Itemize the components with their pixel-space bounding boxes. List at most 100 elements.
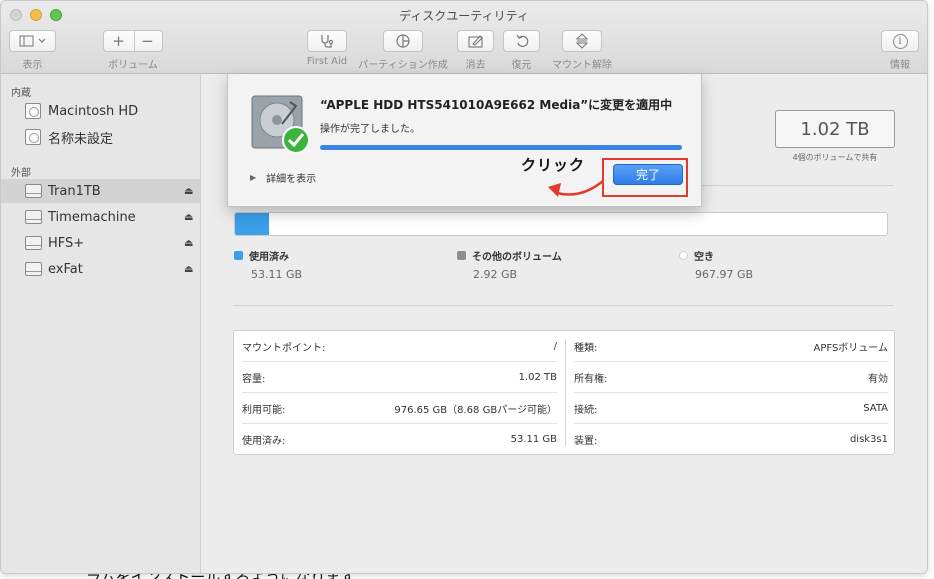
- info-button[interactable]: i: [881, 30, 919, 52]
- first-aid-label: First Aid: [306, 56, 348, 67]
- info-row: 利用可能: 976.65 GB（8.68 GBパージ可能）: [242, 393, 557, 424]
- sidebar-item-untitled[interactable]: 名称未設定: [1, 125, 200, 149]
- external-drive-icon: [25, 236, 42, 250]
- info-column-left: マウントポイント: / 容量: 1.02 TB 利用可能: 976.65 GB（…: [234, 331, 565, 454]
- capacity-display: 1.02 TB: [775, 110, 895, 148]
- info-value: 53.11 GB: [510, 434, 557, 445]
- eject-icon[interactable]: ⏏: [184, 212, 193, 223]
- internal-section-header: 内蔵: [11, 88, 31, 99]
- internal-disk-icon: [25, 103, 41, 119]
- sidebar-item-exfat[interactable]: exFat ⏏: [1, 257, 200, 281]
- shared-volumes-note: 4個のボリュームで共有: [792, 153, 878, 162]
- volume-info-table: マウントポイント: / 容量: 1.02 TB 利用可能: 976.65 GB（…: [233, 330, 895, 455]
- remove-volume-button[interactable]: −: [133, 32, 162, 50]
- info-key: 利用可能:: [242, 404, 286, 416]
- info-key: 所有権:: [574, 373, 608, 385]
- external-drive-icon: [25, 262, 42, 276]
- sheet-status: 操作が完了しました。: [320, 124, 420, 135]
- sheet-title: “APPLE HDD HTS541010A9E662 Media”に変更を適用中: [320, 98, 673, 112]
- sidebar-item-macintosh-hd[interactable]: Macintosh HD: [1, 99, 200, 123]
- info-key: 装置:: [574, 436, 598, 447]
- sidebar-item-hfs[interactable]: HFS+ ⏏: [1, 231, 200, 255]
- info-key: 種類:: [574, 342, 598, 354]
- info-value: SATA: [863, 402, 888, 414]
- usage-bar: [234, 212, 888, 236]
- volume-segment: + −: [103, 30, 163, 52]
- info-row: 装置: disk3s1: [574, 424, 888, 455]
- info-key: マウントポイント:: [242, 342, 326, 354]
- used-swatch: [234, 251, 243, 260]
- info-row: 接続: SATA: [574, 393, 888, 424]
- external-drive-icon: [25, 210, 42, 224]
- info-row: マウントポイント: /: [242, 331, 557, 362]
- window-title: ディスクユーティリティ: [399, 9, 529, 23]
- legend-label: 空き: [694, 252, 714, 263]
- info-value: 1.02 TB: [518, 371, 557, 383]
- legend-other-volumes: その他のボリューム: [457, 248, 562, 263]
- eject-icon[interactable]: ⏏: [184, 264, 193, 275]
- info-value: 有効: [868, 373, 888, 385]
- sidebar-item-label: exFat: [48, 261, 83, 277]
- internal-disk-icon: [25, 129, 41, 145]
- titlebar: ディスクユーティリティ 表示 + − ボリューム First Aid パーティシ…: [1, 1, 927, 74]
- highlight-box: [602, 158, 688, 197]
- disclosure-triangle-icon: ▶: [250, 173, 257, 182]
- partition-button[interactable]: [383, 30, 423, 52]
- unmount-icon: [576, 33, 588, 49]
- add-volume-button[interactable]: +: [104, 32, 133, 50]
- info-value: /: [553, 340, 557, 352]
- sidebar-item-label: Timemachine: [48, 209, 136, 225]
- sidebar-item-label: Macintosh HD: [48, 103, 139, 119]
- erase-label: 消去: [465, 60, 486, 71]
- sidebar-item-label: 名称未設定: [48, 131, 114, 147]
- pie-partition-icon: [396, 34, 410, 48]
- hard-drive-icon: [251, 95, 308, 154]
- info-column-right: 種類: APFSボリューム 所有権: 有効 接続: SATA 装置: disk3…: [566, 331, 896, 454]
- legend-free-value: 967.97 GB: [695, 268, 754, 281]
- erase-icon: [467, 35, 483, 48]
- view-toggle-button[interactable]: [9, 30, 56, 52]
- legend-used: 使用済み: [234, 248, 289, 263]
- sidebar-item-tran1tb[interactable]: Tran1TB ⏏: [1, 179, 200, 203]
- usage-bar-used-segment: [235, 213, 269, 235]
- info-row: 種類: APFSボリューム: [574, 331, 888, 362]
- stethoscope-icon: [321, 35, 334, 48]
- info-value: APFSボリューム: [813, 342, 889, 354]
- info-value: 976.65 GB（8.68 GBパージ可能）: [394, 404, 557, 416]
- sidebar: 内蔵 Macintosh HD 名称未設定 外部 Tran1TB ⏏ Timem…: [1, 74, 201, 573]
- external-section-header: 外部: [11, 168, 31, 179]
- eject-icon[interactable]: ⏏: [184, 186, 193, 197]
- show-details-toggle[interactable]: ▶ 詳細を表示: [250, 170, 316, 185]
- arrow-icon: [548, 180, 604, 197]
- legend-label: 使用済み: [249, 252, 289, 263]
- restore-icon: [516, 34, 528, 47]
- partition-label: パーティション作成: [358, 60, 448, 71]
- sidebar-item-timemachine[interactable]: Timemachine ⏏: [1, 205, 200, 229]
- progress-bar: [320, 145, 682, 150]
- first-aid-button[interactable]: [307, 30, 347, 52]
- legend-label: その他のボリューム: [472, 252, 562, 263]
- eject-icon[interactable]: ⏏: [184, 238, 193, 249]
- sidebar-toggle-icon: [19, 35, 45, 47]
- legend-used-value: 53.11 GB: [251, 268, 303, 281]
- other-swatch: [457, 251, 466, 260]
- unmount-button[interactable]: [562, 30, 602, 52]
- sidebar-item-label: Tran1TB: [48, 183, 101, 199]
- divider: [233, 305, 893, 306]
- restore-label: 復元: [511, 60, 532, 71]
- free-swatch: [679, 251, 688, 260]
- show-details-label: 詳細を表示: [266, 174, 317, 185]
- info-key: 使用済み:: [242, 436, 286, 447]
- info-icon: i: [892, 33, 908, 49]
- disk-utility-window: ディスクユーティリティ 表示 + − ボリューム First Aid パーティシ…: [0, 0, 928, 574]
- erase-button[interactable]: [457, 30, 494, 52]
- view-label: 表示: [22, 60, 43, 71]
- legend-free: 空き: [679, 248, 714, 263]
- info-label: 情報: [890, 60, 910, 71]
- info-row: 使用済み: 53.11 GB: [242, 424, 557, 455]
- legend-other-value: 2.92 GB: [473, 268, 518, 281]
- restore-button[interactable]: [503, 30, 540, 52]
- external-drive-icon: [25, 184, 42, 198]
- unmount-label: マウント解除: [552, 60, 612, 71]
- info-value: disk3s1: [849, 434, 888, 445]
